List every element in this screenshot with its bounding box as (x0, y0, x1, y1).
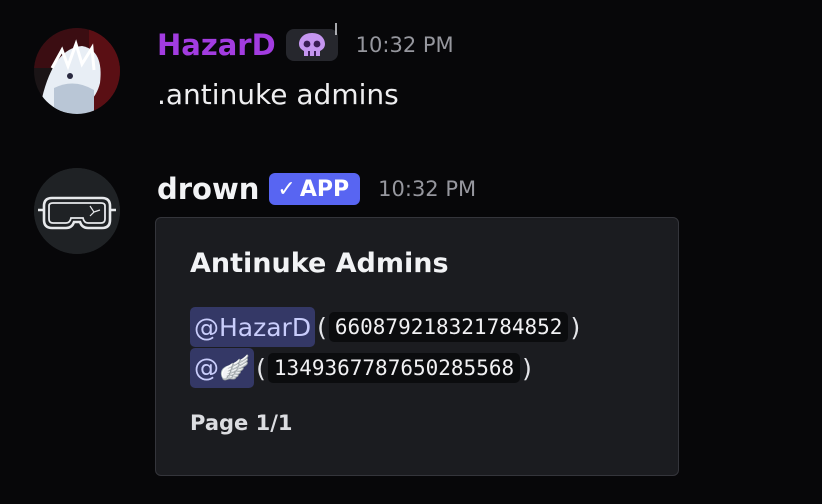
timestamp: 10:32 PM (378, 177, 477, 201)
user-id: 1349367787650285568 (267, 353, 521, 383)
embed-footer: Page 1/1 (190, 411, 293, 435)
timestamp: 10:32 PM (355, 33, 454, 57)
username[interactable]: HazarD (157, 28, 276, 62)
goggles-icon (34, 168, 120, 254)
embed: Antinuke Admins @HazarD ( 66087921832178… (155, 217, 679, 476)
paren-close: ) (570, 312, 581, 342)
admin-row: @HazarD ( 660879218321784852 ) (190, 307, 582, 347)
admin-row: @🪽 ( 1349367787650285568 ) (190, 348, 534, 388)
message-header: drown ✓ APP 10:32 PM (157, 172, 476, 206)
user-id: 660879218321784852 (328, 312, 569, 342)
user-mention[interactable]: @🪽 (190, 348, 255, 388)
checkmark-icon: ✓ (277, 176, 296, 202)
avatar-hazard[interactable] (34, 28, 120, 114)
username[interactable]: drown (157, 172, 259, 206)
app-tag-label: APP (299, 176, 350, 202)
user-mention[interactable]: @HazarD (190, 307, 316, 347)
message-header: HazarD 10:32 PM (157, 23, 454, 62)
paren-close: ) (522, 353, 532, 383)
embed-title: Antinuke Admins (190, 248, 449, 279)
app-tag: ✓ APP (269, 173, 361, 205)
message-content: .antinuke admins (157, 78, 399, 111)
avatar-drown[interactable] (34, 168, 120, 254)
paren-open: ( (317, 312, 327, 342)
paren-open: ( (256, 353, 266, 383)
skull-icon[interactable] (285, 23, 338, 61)
